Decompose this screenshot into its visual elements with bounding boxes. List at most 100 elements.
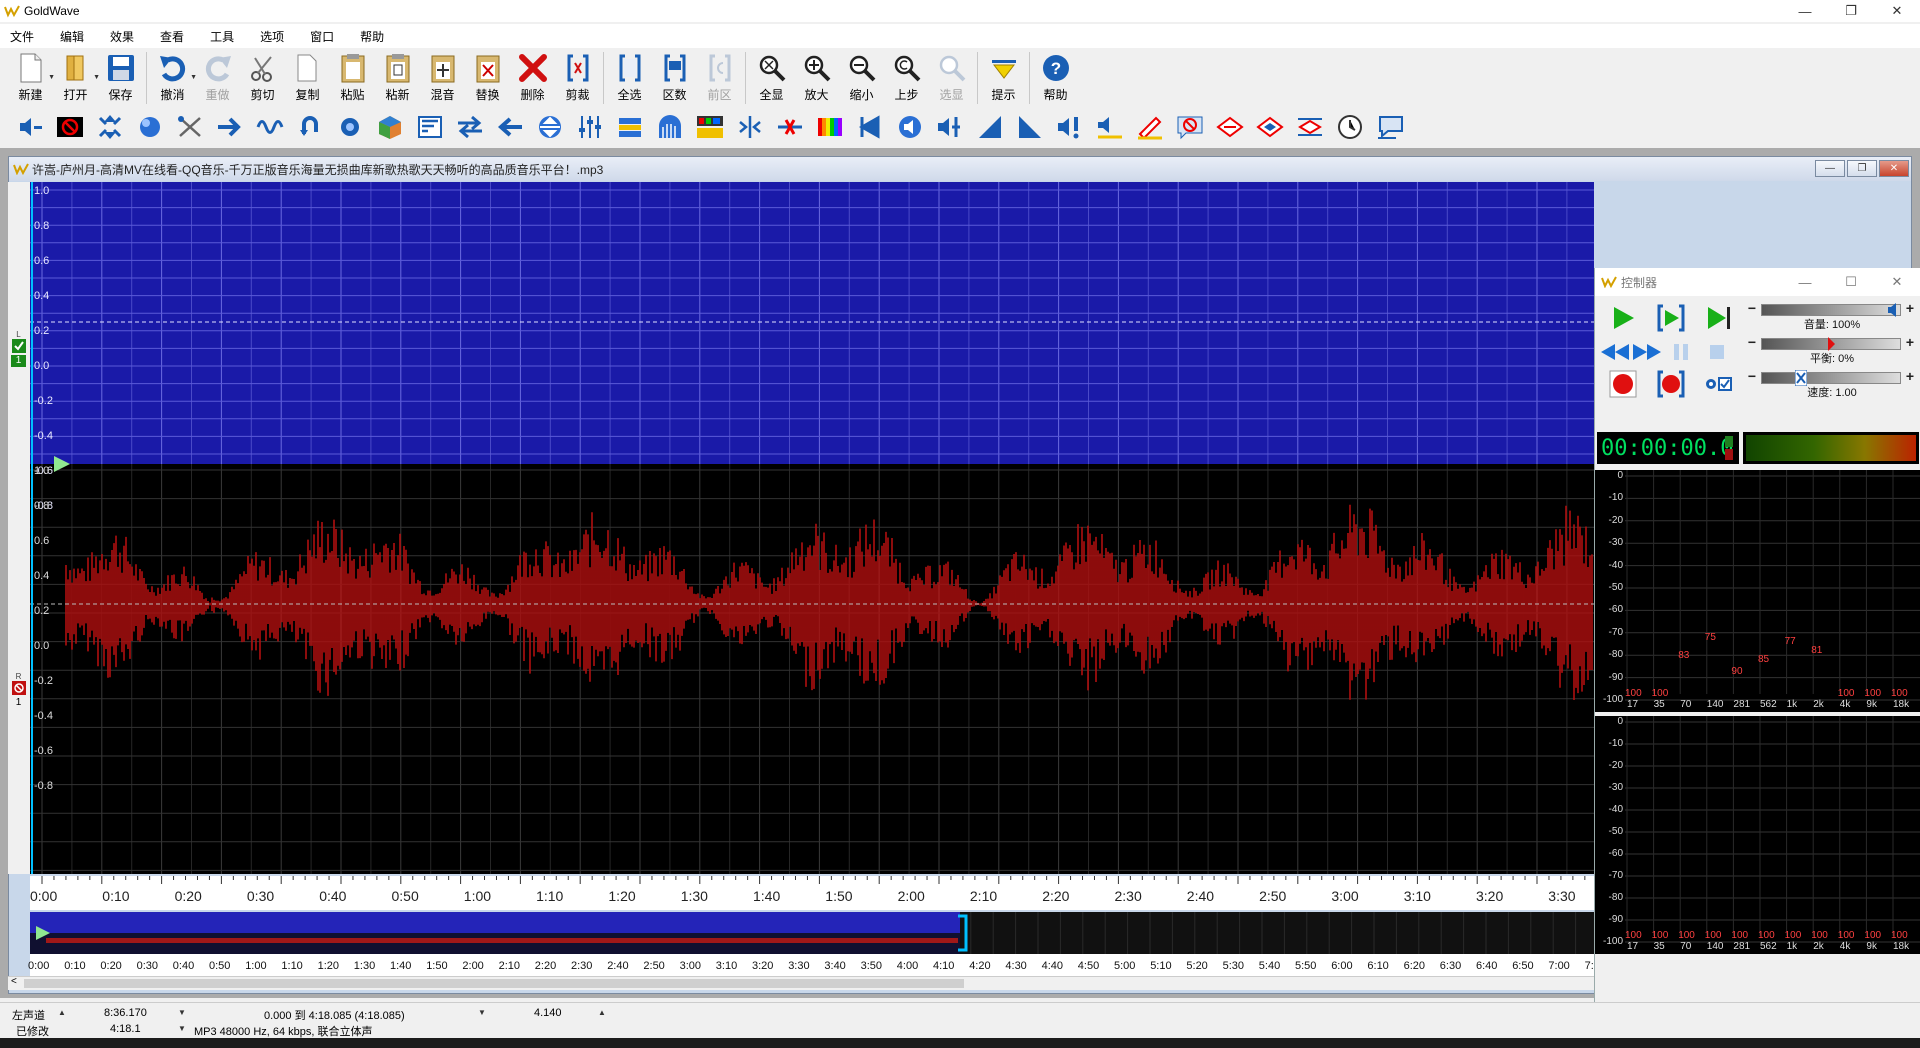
menu-options[interactable]: 选项 [250,28,294,45]
status-selection-dropdown-icon[interactable]: ▼ [478,1008,486,1017]
marker-start-effect-icon[interactable] [850,113,890,141]
stop-button[interactable] [1699,336,1735,368]
layers-effect-icon[interactable] [610,113,650,141]
save-button[interactable]: 保存 [98,50,143,106]
overview-canvas[interactable] [29,912,1594,954]
menu-view[interactable]: 查看 [150,28,194,45]
controller-close-button[interactable]: ✕ [1874,268,1920,296]
wave-effect-icon[interactable] [250,113,290,141]
horizontal-scrollbar[interactable]: < [8,976,1594,990]
doc-close-button[interactable]: ✕ [1879,160,1909,177]
clock-effect-icon[interactable] [1330,113,1370,141]
overview-waveform[interactable] [29,912,1594,954]
previous-region-button[interactable]: 前区 [697,50,742,106]
scrollbar-thumb[interactable] [24,979,964,988]
speed-decrease-button[interactable]: − [1745,369,1759,385]
noise-reduction-effect-icon[interactable] [770,113,810,141]
paste-new-button[interactable]: 粘新 [375,50,420,106]
equalizer-effect-icon[interactable] [410,113,450,141]
auto-gain-effect-icon[interactable] [1090,113,1130,141]
volume-slider[interactable]: − + 音量: 100% [1745,298,1919,331]
new-button[interactable]: 新建 ▼ [8,50,55,106]
zoom-all-button[interactable]: 全显 [749,50,794,106]
offset-effect-icon[interactable] [530,113,570,141]
speed-slider[interactable]: − + 速度: 1.00 [1745,366,1919,399]
silence-effect-icon[interactable] [50,113,90,141]
scroll-left-arrow-icon[interactable]: < [11,976,17,987]
sphere-effect-icon[interactable] [130,113,170,141]
alert-volume-effect-icon[interactable] [1050,113,1090,141]
open-button[interactable]: 打开 ▼ [53,50,100,106]
doc-minimize-button[interactable]: — [1815,160,1845,177]
waveform-view[interactable]: 1.0 0.8 0.6 0.4 0.2 0.0 -0.2 -0.4 -0.6 -0.8 1.0 0.8… [30,182,1594,874]
trim-button[interactable]: 剪裁 [555,50,600,106]
cue-button[interactable]: 提示 [981,50,1026,106]
spectrum-colors-effect-icon[interactable] [810,113,850,141]
volume-decrease-button[interactable]: − [1745,301,1759,317]
pencil-edit-effect-icon[interactable] [1130,113,1170,141]
menu-file[interactable]: 文件 [0,28,44,45]
loop-effect-icon[interactable] [290,113,330,141]
diamond-bars-effect-icon[interactable] [1290,113,1330,141]
zoom-selection-button[interactable]: 选显 [929,50,974,106]
zoom-previous-button[interactable]: 上步 [884,50,929,106]
play-button[interactable] [1599,302,1647,334]
record-selection-button[interactable] [1647,368,1695,400]
fast-forward-button[interactable] [1631,336,1663,368]
mixer-effect-icon[interactable] [570,113,610,141]
balance-decrease-button[interactable]: − [1745,335,1759,351]
prohibited-effect-icon[interactable] [1170,113,1210,141]
fade-arrow-effect-icon[interactable] [210,113,250,141]
right-channel-marker[interactable]: R 1 [11,672,26,709]
volume-increase-button[interactable]: + [1903,301,1917,317]
diamond-mixed-effect-icon[interactable] [1250,113,1290,141]
fade-in-effect-icon[interactable] [970,113,1010,141]
color-cube-effect-icon[interactable] [370,113,410,141]
speed-track[interactable] [1761,372,1901,384]
doc-restore-button[interactable]: ❐ [1847,160,1877,177]
restore-button[interactable]: ❐ [1828,0,1874,22]
menu-effects[interactable]: 效果 [100,28,144,45]
fade-out-effect-icon[interactable] [1010,113,1050,141]
gear-effect-icon[interactable] [330,113,370,141]
status-format-dropdown-icon[interactable]: ▼ [178,1024,186,1033]
volume-adjust-effect-icon[interactable] [930,113,970,141]
play-selection-button[interactable] [1647,302,1695,334]
zoom-in-button[interactable]: 放大 [794,50,839,106]
timeline-ruler[interactable]: 0:00 0:10 0:20 0:30 0:40 0:50 1:00 1:10 1:20 1:30… [30,876,1594,910]
paste-button[interactable]: 粘贴 [330,50,375,106]
spectrum-filter-effect-icon[interactable] [690,113,730,141]
status-channel-up-arrow-icon[interactable]: ▲ [58,1008,66,1017]
left-channel-marker[interactable]: L 1 [11,330,26,367]
split-effect-icon[interactable] [730,113,770,141]
select-all-button[interactable]: 全选 [607,50,652,106]
close-button[interactable]: ✕ [1874,0,1920,22]
channel-disabled-icon[interactable] [11,681,26,695]
minimize-button[interactable]: — [1782,0,1828,22]
status-zoom-up-arrow-icon[interactable]: ▲ [598,1008,606,1017]
undo-button[interactable]: 撤消 ▼ [150,50,197,106]
copy-button[interactable]: 复制 [285,50,330,106]
controller-restore-button[interactable]: ☐ [1828,268,1874,296]
controller-minimize-button[interactable]: — [1782,268,1828,296]
monitor-input-toggle[interactable] [1695,368,1743,400]
zoom-out-button[interactable]: 缩小 [839,50,884,106]
reverb-effect-icon[interactable] [650,113,690,141]
swap-arrows-effect-icon[interactable] [450,113,490,141]
help-button[interactable]: ? 帮助 [1033,50,1078,106]
channel-enabled-check-icon[interactable] [11,339,26,353]
speed-increase-button[interactable]: + [1903,369,1917,385]
menu-help[interactable]: 帮助 [350,28,394,45]
diamond-red-effect-icon[interactable] [1210,113,1250,141]
pause-button[interactable] [1663,336,1699,368]
balance-slider[interactable]: − + 平衡: 0% [1745,332,1919,365]
menu-window[interactable]: 窗口 [300,28,344,45]
delete-button[interactable]: 删除 [510,50,555,106]
play-to-end-button[interactable] [1695,302,1743,334]
redo-button[interactable]: 重做 [195,50,240,106]
volume-track[interactable] [1761,304,1901,316]
rewind-button[interactable] [1599,336,1631,368]
balance-increase-button[interactable]: + [1903,335,1917,351]
cut-button[interactable]: 剪切 [240,50,285,106]
region-count-button[interactable]: 区数 [652,50,697,106]
